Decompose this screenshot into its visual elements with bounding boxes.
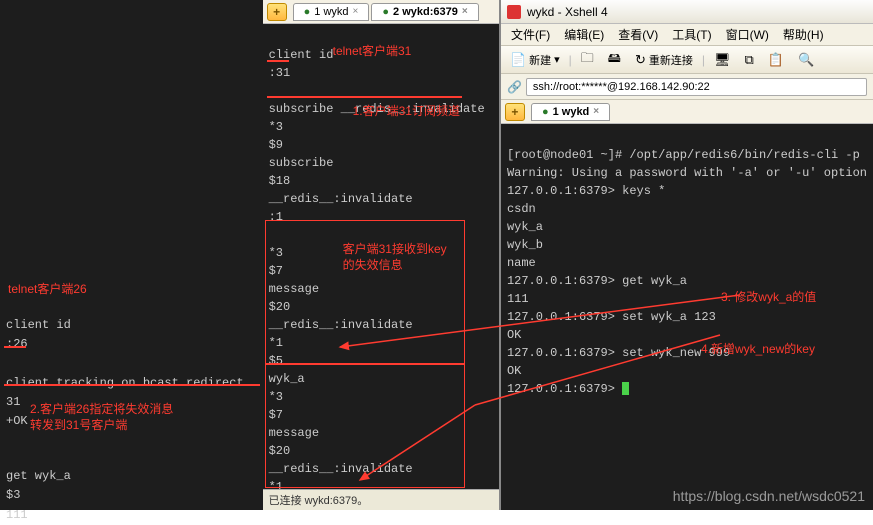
reconnect-button[interactable]: ↻重新连接 (630, 49, 698, 71)
tab-wykd-right[interactable]: ●1 wykd× (531, 103, 610, 121)
annotation-step2b: 转发到31号客户端 (30, 416, 127, 435)
link-icon: 🔗 (507, 80, 522, 94)
address-input[interactable] (526, 78, 867, 96)
watermark: https://blog.csdn.net/wsdc0521 (673, 488, 865, 504)
annotation-recv-b: 的失效信息 (343, 256, 403, 274)
close-icon[interactable]: × (353, 6, 359, 17)
disk-icon: 🖴 (608, 49, 621, 71)
xshell-window: wykd - Xshell 4 文件(F) 编辑(E) 查看(V) 工具(T) … (501, 0, 873, 510)
terminal-pane-left: telnet客户端26 client id :26 client trackin… (0, 0, 263, 510)
cursor-icon (622, 382, 629, 395)
tab-bar-right: + ●1 wykd× (501, 100, 873, 124)
menu-view[interactable]: 查看(V) (612, 24, 664, 45)
tab-label: 1 wykd (553, 106, 590, 118)
underline-icon (4, 346, 26, 348)
toolbar: 📄新建▾ | 🗀 🖴 ↻重新连接 | 🖥 ⧉ 📋 🔍 (501, 46, 873, 74)
term-line: $3 (6, 486, 257, 505)
terminal-middle[interactable]: client id :31 subscribe __redis__:invali… (263, 24, 499, 489)
tab-label: 1 wykd (314, 6, 348, 18)
underline-icon (4, 384, 260, 386)
toolbar-icon-btn[interactable]: ⧉ (739, 49, 758, 71)
toolbar-icon-btn[interactable]: 📋 (763, 49, 789, 71)
status-bar-middle: 已连接 wykd:6379。 (263, 489, 499, 510)
toolbar-icon-btn[interactable]: 🖥 (709, 49, 736, 71)
copy-icon: ⧉ (744, 52, 753, 68)
folder-icon: 🗀 (581, 49, 594, 71)
term-line: get wyk_a (6, 467, 257, 486)
terminal-pane-middle: + ●1 wykd× ●2 wykd:6379× client id :31 s… (263, 0, 501, 510)
title-bar: wykd - Xshell 4 (501, 0, 873, 24)
tab-wykd-6379[interactable]: ●2 wykd:6379× (371, 3, 478, 21)
window-title: wykd - Xshell 4 (527, 5, 608, 19)
dropdown-icon: ▾ (554, 53, 560, 66)
search-icon: 🔍 (798, 52, 814, 68)
menu-help[interactable]: 帮助(H) (777, 24, 830, 45)
annotation-telnet31: telnet客户端31 (333, 42, 412, 60)
menu-file[interactable]: 文件(F) (505, 24, 556, 45)
new-tab-button[interactable]: + (505, 103, 525, 121)
tab-wykd-1[interactable]: ●1 wykd× (293, 3, 370, 21)
paste-icon: 📋 (768, 52, 784, 68)
term-line: :26 (6, 335, 257, 354)
button-label: 新建 (529, 52, 551, 68)
toolbar-icon-btn[interactable]: 🗀 (576, 46, 599, 74)
tab-label: 2 wykd:6379 (393, 6, 458, 18)
close-icon[interactable]: × (593, 106, 599, 117)
annotation-step4: 4.新增wyk_new的key (701, 340, 815, 358)
menu-edit[interactable]: 编辑(E) (558, 24, 610, 45)
monitor-icon: 🖥 (714, 52, 731, 68)
tab-bar-middle: + ●1 wykd× ●2 wykd:6379× (263, 0, 499, 24)
app-icon (507, 5, 521, 19)
toolbar-icon-btn[interactable]: 🔍 (793, 49, 819, 71)
button-label: 重新连接 (649, 52, 693, 68)
menu-window[interactable]: 窗口(W) (720, 24, 775, 45)
underline-icon (267, 96, 462, 98)
document-icon: 📄 (510, 52, 526, 68)
menu-tools[interactable]: 工具(T) (666, 24, 717, 45)
new-button[interactable]: 📄新建▾ (505, 49, 565, 71)
toolbar-icon-btn[interactable]: 🖴 (603, 46, 626, 74)
address-bar: 🔗 (501, 74, 873, 100)
annotation-step1: 1.客户端31订阅频道 (353, 102, 460, 120)
annotation-step3: 3. 修改wyk_a的值 (721, 288, 816, 306)
annotation-telnet26: telnet客户端26 (8, 280, 87, 299)
new-tab-button[interactable]: + (267, 3, 287, 21)
term-line: 111 (6, 506, 257, 525)
term-line: client id (6, 316, 257, 335)
refresh-icon: ↻ (635, 52, 646, 68)
close-icon[interactable]: × (462, 6, 468, 17)
menu-bar: 文件(F) 编辑(E) 查看(V) 工具(T) 窗口(W) 帮助(H) (501, 24, 873, 46)
terminal-right[interactable]: [root@node01 ~]# /opt/app/redis6/bin/red… (501, 124, 873, 510)
underline-icon (267, 60, 289, 62)
